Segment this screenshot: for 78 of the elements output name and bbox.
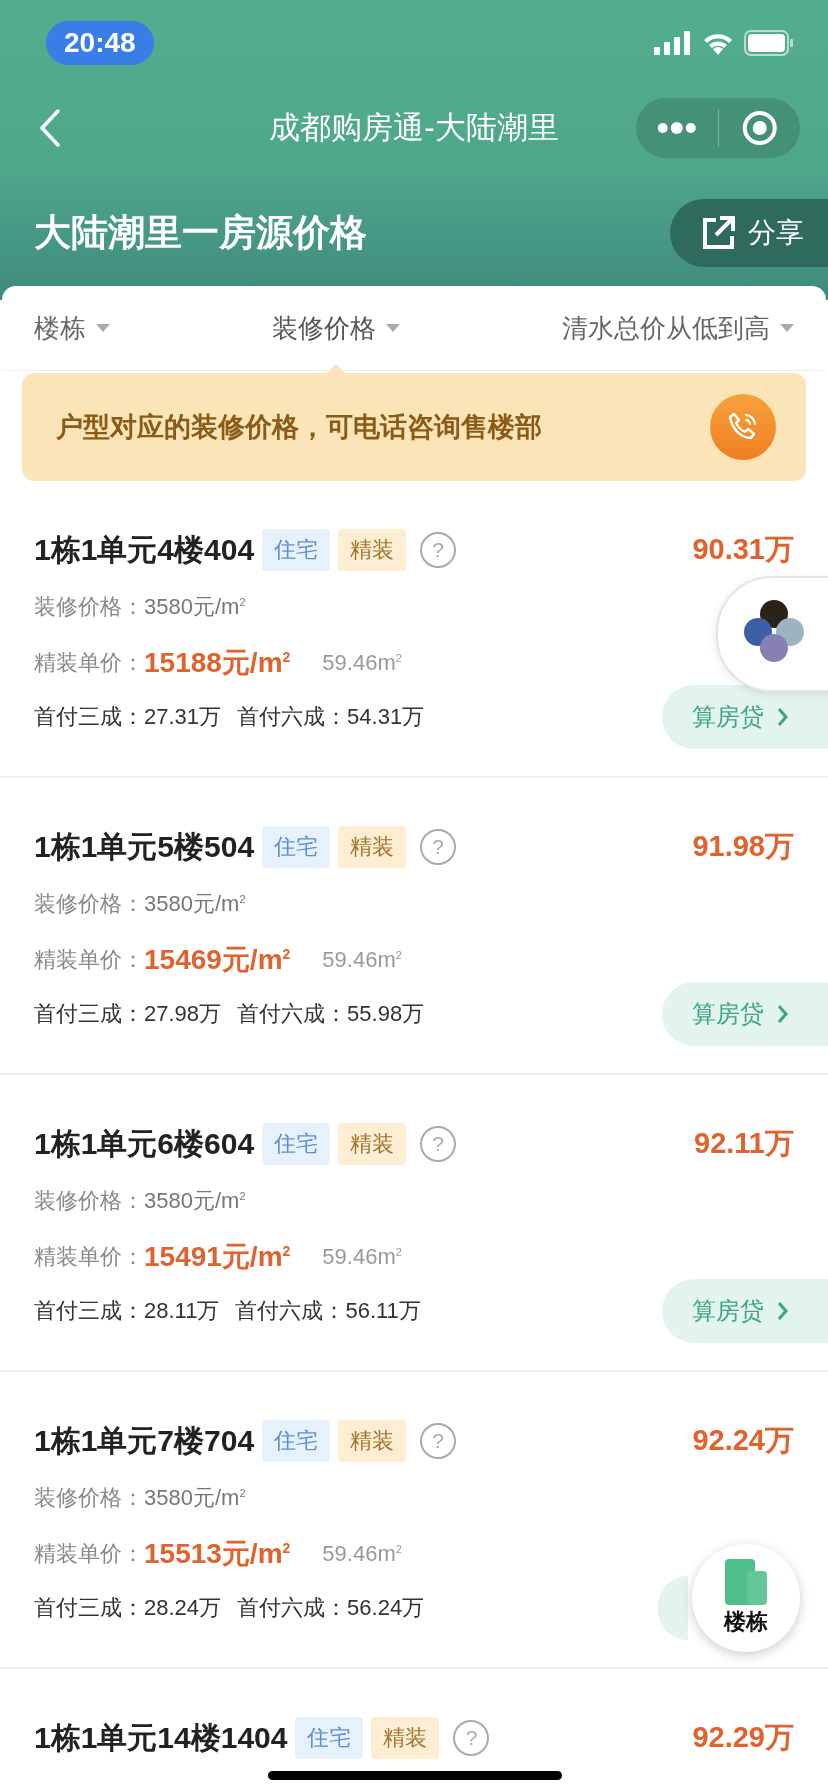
- caret-icon: [780, 324, 794, 332]
- wifi-icon: [702, 31, 734, 55]
- unit-price: 15513元/m$^{2}$: [144, 1537, 291, 1571]
- unit-price: 15491元/m$^{2}$: [144, 1240, 291, 1274]
- chevron-icon: [778, 1005, 788, 1023]
- help-icon[interactable]: ?: [420, 1126, 457, 1162]
- floor-area: 59.46m$^{2}$: [322, 1244, 402, 1270]
- unit-price-label: 精装单价：: [34, 1243, 144, 1271]
- decoration-price-label: 装修价格：: [34, 1187, 144, 1215]
- back-icon[interactable]: [38, 108, 62, 148]
- filter-tab[interactable]: 装修价格: [272, 304, 400, 352]
- share-button[interactable]: 分享: [670, 199, 828, 267]
- decoration-price: 3580元/m$^{2}$: [144, 1187, 246, 1215]
- unit-name: 1栋1单元5楼504: [34, 828, 255, 865]
- unit-tag: 住宅: [295, 1717, 364, 1759]
- loan-calc-button[interactable]: 算房贷: [662, 1279, 828, 1343]
- help-icon[interactable]: ?: [420, 829, 457, 865]
- unit-name: 1栋1单元14楼1404: [34, 1719, 288, 1756]
- decoration-price-label: 装修价格：: [34, 1484, 144, 1512]
- share-icon: [700, 215, 736, 251]
- building-icon: [725, 1559, 767, 1605]
- total-price: 92.29万: [692, 1720, 794, 1755]
- total-price: 91.98万: [692, 829, 794, 864]
- unit-price-label: 精装单价：: [34, 1540, 144, 1568]
- floor-area: 59.46m$^{2}$: [322, 1541, 402, 1567]
- filter-tab[interactable]: 清水总价从低到高: [562, 304, 794, 352]
- loan-calc-button[interactable]: 算房贷: [662, 982, 828, 1046]
- down-payment-30: 首付三成：27.31万: [34, 703, 222, 731]
- down-payment-60: 首付六成：54.31万: [237, 703, 425, 731]
- building-float-button[interactable]: 楼栋: [692, 1544, 800, 1652]
- page-title: 大陆潮里一房源价格: [34, 211, 367, 255]
- unit-tag: 住宅: [262, 529, 331, 571]
- battery-icon: [744, 30, 794, 56]
- unit-tag: 精装: [338, 529, 407, 571]
- unit-tag: 住宅: [262, 826, 331, 868]
- decoration-price-label: 装修价格：: [34, 593, 144, 621]
- decoration-price-label: 装修价格：: [34, 890, 144, 918]
- unit-tag: 住宅: [262, 1420, 331, 1462]
- avatar-group-drawing[interactable]: [716, 576, 828, 692]
- unit-price-label: 精装单价：: [34, 946, 144, 974]
- loan-calc-button[interactable]: 算房贷: [662, 685, 828, 749]
- help-icon[interactable]: ?: [453, 1720, 490, 1756]
- total-price: 92.24万: [692, 1423, 794, 1458]
- unit-name: 1栋1单元7楼704: [34, 1422, 255, 1459]
- unit-tag: 精装: [338, 1123, 407, 1165]
- tip-text: 户型对应的装修价格，可电话咨询售楼部: [56, 411, 542, 444]
- down-payment-60: 首付六成：56.11万: [235, 1297, 421, 1325]
- unit-name: 1栋1单元4楼404: [34, 531, 255, 568]
- unit-name: 1栋1单元6楼604: [34, 1125, 255, 1162]
- total-price: 92.11万: [694, 1126, 794, 1161]
- signal-icon: [654, 31, 692, 55]
- unit-tag: 精装: [338, 826, 407, 868]
- down-payment-30: 首付三成：28.24万: [34, 1594, 222, 1622]
- unit-price: 15469元/m$^{2}$: [144, 943, 291, 977]
- caret-icon: [96, 324, 110, 332]
- unit-price: 15188元/m$^{2}$: [144, 646, 291, 680]
- caret-icon: [386, 324, 400, 332]
- chevron-icon: [778, 1302, 788, 1320]
- down-payment-60: 首付六成：56.24万: [237, 1594, 425, 1622]
- unit-tag: 精装: [338, 1420, 407, 1462]
- down-payment-30: 首付三成：27.98万: [34, 1000, 222, 1028]
- nav-title: 成都购房通-大陆潮里: [269, 110, 559, 145]
- unit-tag: 精装: [371, 1717, 440, 1759]
- chevron-icon: [778, 708, 788, 726]
- status-time: 20:48: [46, 21, 154, 65]
- help-icon[interactable]: ?: [420, 1423, 457, 1459]
- floor-area: 59.46m$^{2}$: [322, 947, 402, 973]
- down-payment-60: 首付六成：55.98万: [237, 1000, 425, 1028]
- decoration-price: 3580元/m$^{2}$: [144, 890, 246, 918]
- floor-area: 59.46m$^{2}$: [322, 650, 402, 676]
- unit-price-label: 精装单价：: [34, 649, 144, 677]
- down-payment-30: 首付三成：28.11万: [34, 1297, 220, 1325]
- filter-tab[interactable]: 楼栋: [34, 304, 110, 352]
- decoration-price: 3580元/m$^{2}$: [144, 1484, 246, 1512]
- unit-tag: 住宅: [262, 1123, 331, 1165]
- decoration-price: 3580元/m$^{2}$: [144, 593, 246, 621]
- help-icon[interactable]: ?: [420, 532, 457, 568]
- total-price: 90.31万: [692, 532, 794, 567]
